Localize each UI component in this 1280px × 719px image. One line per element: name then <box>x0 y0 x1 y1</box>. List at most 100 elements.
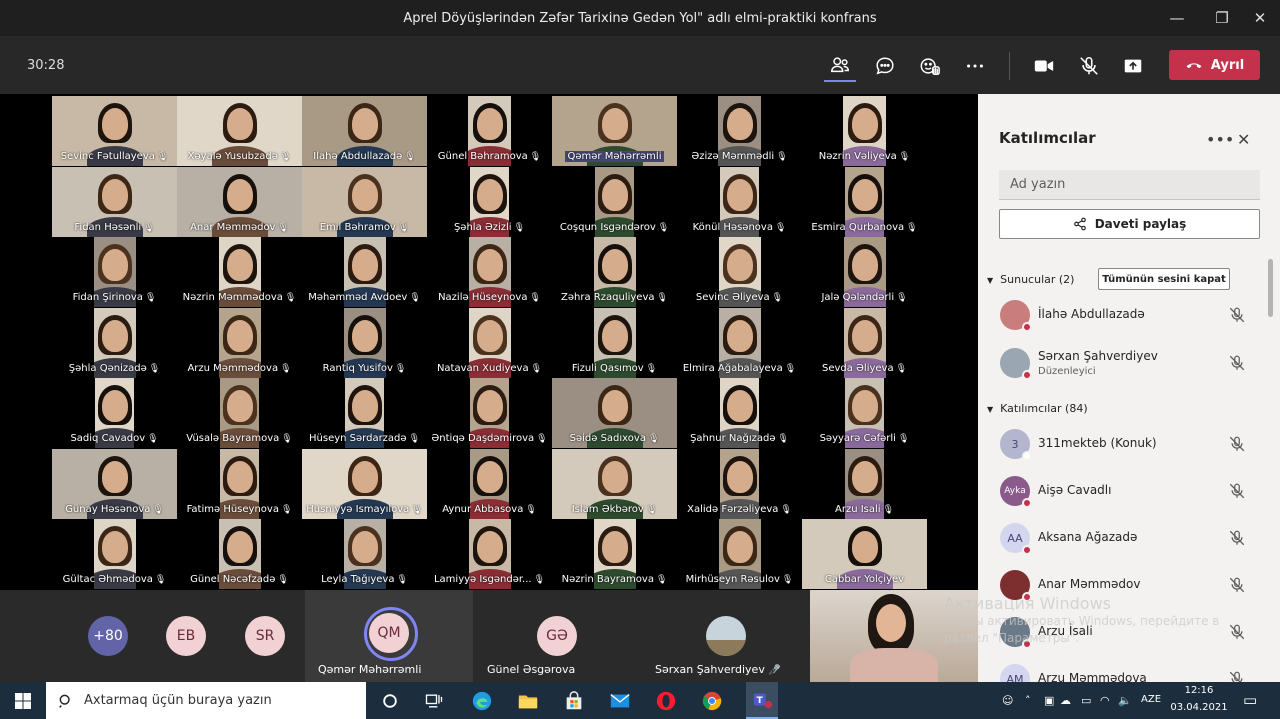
reactions-button[interactable] <box>914 50 946 82</box>
battery-tray-icon[interactable]: ▭ <box>1081 694 1091 707</box>
taskbar-search-box[interactable]: Axtarmaq üçün buraya yazın <box>46 682 366 719</box>
mute-all-button[interactable]: Tümünün sesini kapat <box>1098 268 1230 290</box>
presenters-section-header[interactable]: ▼ Sunucular (2) <box>987 273 1074 286</box>
network-tray-icon[interactable]: ▣ <box>1044 694 1054 707</box>
participant-tile[interactable]: Nəzrin Məmmədova 🎙 <box>177 237 302 307</box>
participant-tile[interactable]: Nəzrin Bayramova 🎙 <box>552 519 677 589</box>
file-explorer-icon[interactable] <box>516 689 540 713</box>
close-window-button[interactable]: ✕ <box>1245 6 1275 30</box>
chrome-icon[interactable] <box>700 689 724 713</box>
attendee-row[interactable]: Anar Məmmədov <box>978 563 1268 609</box>
participant-tile[interactable]: Gültac Əhmədova 🎙 <box>52 519 177 589</box>
participant-tile[interactable]: Şəhla Əzizli 🎙 <box>427 166 552 237</box>
presenter-row[interactable]: Sərxan Şahverdiyev Düzenleyici <box>978 341 1268 387</box>
camera-toggle-button[interactable] <box>1028 50 1060 82</box>
participant-tile[interactable]: Fidan Şirinova 🎙 <box>52 237 177 307</box>
participant-tile[interactable]: Arzu Məmmədova 🎙 <box>177 307 302 378</box>
avatar-eb[interactable]: EB <box>166 616 206 656</box>
cortana-icon[interactable] <box>378 689 402 713</box>
opera-icon[interactable] <box>654 689 678 713</box>
participant-tile[interactable]: Sadiq Cavadov 🎙 <box>52 378 177 448</box>
notification-center-icon[interactable]: ▭ <box>1243 691 1257 709</box>
participant-tile[interactable]: Xəyalə Yusubzadə 🎙 <box>177 96 302 166</box>
participant-tile[interactable]: Fizuli Qasımov 🎙 <box>552 307 677 378</box>
chevron-up-icon[interactable]: ˄ <box>1025 694 1031 707</box>
mic-off-icon[interactable] <box>1228 576 1246 594</box>
participant-tile[interactable]: Məhəmməd Avdoev 🎙 <box>302 237 427 307</box>
store-icon[interactable] <box>562 689 586 713</box>
attendee-row[interactable]: Arzu İsali <box>978 610 1268 656</box>
chat-button[interactable] <box>869 50 901 82</box>
avatar-sr[interactable]: SR <box>245 616 285 656</box>
share-invite-button[interactable]: Daveti paylaş <box>999 209 1260 239</box>
participant-tile[interactable]: Leyla Tağıyeva 🎙 <box>302 519 427 589</box>
minimize-button[interactable]: — <box>1162 6 1192 30</box>
mic-off-icon[interactable] <box>1228 482 1246 500</box>
participant-tile[interactable]: Nazilə Hüseynova 🎙 <box>427 237 552 307</box>
attendee-row[interactable]: AM Arzu Məmmədova <box>978 657 1268 682</box>
participant-tile[interactable]: Jalə Qələndərli 🎙 <box>802 237 927 307</box>
participant-tile[interactable]: Könül Həsənova 🎙 <box>677 166 802 237</box>
mic-off-icon[interactable] <box>1228 306 1246 324</box>
participant-tile[interactable]: Zəhra Rzaquliyeva 🎙 <box>552 237 677 307</box>
participant-tile[interactable]: Hüsniyyə İsmayılova 🎙 <box>302 448 427 519</box>
participant-tile[interactable]: Günel Bəhramova 🎙 <box>427 96 552 166</box>
self-view-video[interactable] <box>810 590 978 682</box>
panel-more-icon[interactable]: ••• <box>1206 130 1234 149</box>
participant-tile[interactable]: Anar Məmmədov 🎙 <box>177 166 302 237</box>
mic-off-icon[interactable] <box>1228 354 1246 372</box>
participants-toggle-button[interactable] <box>824 50 856 82</box>
participant-tile[interactable]: İlahə Abdullazadə 🎙 <box>302 96 427 166</box>
panel-scrollbar[interactable] <box>1268 259 1273 317</box>
share-screen-button[interactable] <box>1117 50 1149 82</box>
participant-tile[interactable]: Sevda Əliyeva 🎙 <box>802 307 927 378</box>
attendee-row[interactable]: 3 311mekteb (Konuk) <box>978 422 1268 468</box>
participant-tile[interactable]: Emil Bəhramov 🎙 <box>302 166 427 237</box>
participant-tile[interactable]: Nəzrin Vəliyeva 🎙 <box>802 96 927 166</box>
participant-tile[interactable]: İslam Əkbərov 🎙 <box>552 448 677 519</box>
edge-browser-icon[interactable] <box>470 689 494 713</box>
start-button[interactable] <box>0 682 46 719</box>
participant-tile[interactable]: Lamiyyə İsgəndər... 🎙 <box>427 519 552 589</box>
participant-tile[interactable]: Rantiq Yusifov 🎙 <box>302 307 427 378</box>
maximize-button[interactable]: ❐ <box>1207 6 1237 30</box>
panel-close-icon[interactable]: ✕ <box>1237 130 1250 149</box>
avatar-photo-sahverdiyev[interactable] <box>706 616 746 656</box>
participant-tile[interactable]: Vüsalə Bayramova 🎙 <box>177 378 302 448</box>
attendee-row[interactable]: AA Aksana Ağazadə <box>978 516 1268 562</box>
presenter-row[interactable]: İlahə Abdullazadə <box>978 293 1268 339</box>
mic-off-icon[interactable] <box>1228 670 1246 682</box>
clock-time[interactable]: 12:16 <box>1172 685 1226 696</box>
speaker-tile-qm[interactable]: QM Qəmər Məhərrəmli <box>305 590 473 682</box>
participant-tile[interactable]: Sevinc Fətullayeva 🎙 <box>52 96 177 166</box>
participant-tile[interactable]: Səidə Sadıxova 🎙 <box>552 378 677 448</box>
clock-date[interactable]: 03.04.2021 <box>1168 702 1230 713</box>
participant-tile[interactable]: Xalidə Fərzəliyeva 🎙 <box>677 448 802 519</box>
mic-off-icon[interactable] <box>1228 623 1246 641</box>
people-tray-icon[interactable]: ☺ <box>1002 694 1013 707</box>
mail-icon[interactable] <box>608 689 632 713</box>
participant-tile[interactable]: Fatimə Hüseynova 🎙 <box>177 448 302 519</box>
participant-tile[interactable]: Elmira Ağabalayeva 🎙 <box>677 307 802 378</box>
participant-tile[interactable]: Aynur Abbasova 🎙 <box>427 448 552 519</box>
participant-tile[interactable]: Şəhla Qənizadə 🎙 <box>52 307 177 378</box>
attendee-row[interactable]: Ayka Aişə Cavadlı <box>978 469 1268 515</box>
teams-taskbar-icon[interactable]: T <box>746 682 778 719</box>
mic-off-icon[interactable] <box>1228 529 1246 547</box>
overflow-participants-avatar[interactable]: +80 <box>88 616 128 656</box>
mic-toggle-button[interactable] <box>1073 50 1105 82</box>
attendees-section-header[interactable]: ▼ Katılımcılar (84) <box>987 402 1088 415</box>
onedrive-tray-icon[interactable]: ☁ <box>1060 694 1071 707</box>
participant-tile[interactable]: Esmira Qurbanova 🎙 <box>802 166 927 237</box>
participant-search-input[interactable] <box>999 170 1260 200</box>
participant-tile[interactable]: Mirhüseyn Rəsulov 🎙 <box>677 519 802 589</box>
participant-tile[interactable]: Natavan Xudiyeva 🎙 <box>427 307 552 378</box>
participant-tile[interactable]: Günay Həsənova 🎙 <box>52 448 177 519</box>
participant-tile[interactable]: Əntiqə Daşdəmirova 🎙 <box>427 378 552 448</box>
participant-tile[interactable]: Cabbar Yolçiyev <box>802 519 927 589</box>
participant-tile[interactable]: Coşqun İsgəndərov 🎙 <box>552 166 677 237</box>
wifi-tray-icon[interactable]: ◠ <box>1100 694 1110 707</box>
more-options-button[interactable] <box>959 50 991 82</box>
participant-tile[interactable]: Hüseyn Sərdarzadə 🎙 <box>302 378 427 448</box>
participant-tile[interactable]: Günel Nəcəfzadə 🎙 <box>177 519 302 589</box>
